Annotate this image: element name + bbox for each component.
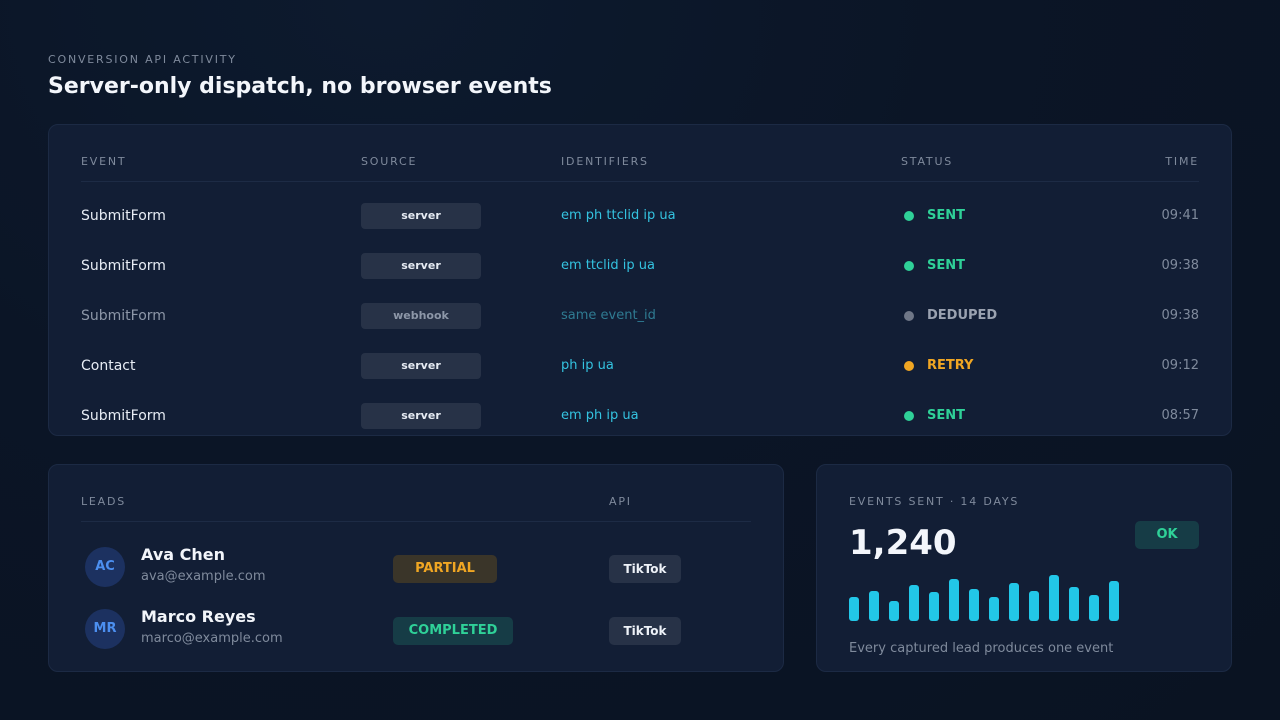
events-sent-heading: EVENTS SENT · 14 DAYS [849,495,1020,508]
status-dot-icon [904,211,914,221]
event-time: 09:38 [1161,258,1199,273]
events-sent-panel: EVENTS SENT · 14 DAYS 1,240 OK Every cap… [816,464,1232,672]
identifiers-text: em ph ip ua [561,408,639,423]
table-row[interactable]: SubmitForm server em ph ip ua SENT 08:57 [49,401,1231,435]
avatar: AC [85,547,125,587]
status-dot-icon [904,261,914,271]
spark-bar [1069,587,1079,621]
spark-bar [1049,575,1059,621]
column-header-status: STATUS [901,155,954,168]
lead-state-badge: PARTIAL [393,555,497,583]
lead-row[interactable]: MR Marco Reyes marco@example.com COMPLETED T… [81,607,753,655]
status-label: SENT [927,258,965,273]
status-label: SENT [927,408,965,423]
identifiers-text: same event_id [561,308,656,323]
spark-bar [969,589,979,621]
column-header-source: SOURCE [361,155,418,168]
api-pill[interactable]: TikTok [609,617,681,645]
events-sparkline [849,573,1129,621]
event-time: 08:57 [1161,408,1199,423]
identifiers-text: em ph ttclid ip ua [561,208,676,223]
event-time: 09:38 [1161,308,1199,323]
event-time: 09:41 [1161,208,1199,223]
identifiers-text: em ttclid ip ua [561,258,655,273]
spark-bar [949,579,959,621]
lead-row[interactable]: AC Ava Chen ava@example.com PARTIAL TikTok [81,545,753,593]
source-pill: server [361,253,481,279]
status-dot-icon [904,361,914,371]
table-header-divider [81,181,1199,182]
spark-bar [889,601,899,621]
spark-bar [1029,591,1039,621]
leads-panel: LEADS API AC Ava Chen ava@example.com PARTI… [48,464,784,672]
source-pill: server [361,353,481,379]
status-label: RETRY [927,358,974,373]
event-time: 09:12 [1161,358,1199,373]
page-title: Server-only dispatch, no browser events [48,74,552,99]
events-sent-total: 1,240 [849,523,957,563]
source-pill: server [361,203,481,229]
event-name: SubmitForm [81,208,166,224]
event-name: Contact [81,358,136,374]
table-row[interactable]: Contact server ph ip ua RETRY 09:12 [49,351,1231,401]
spark-bar [1089,595,1099,621]
table-row[interactable]: SubmitForm webhook same event_id DEDUPED 09:… [49,301,1231,351]
events-table: EVENT SOURCE IDENTIFIERS STATUS TIME Sub… [48,124,1232,436]
source-pill: server [361,403,481,429]
spark-bar [849,597,859,621]
status-dot-icon [904,411,914,421]
spark-bar [929,592,939,621]
table-row[interactable]: SubmitForm server em ttclid ip ua SENT 09:38 [49,251,1231,301]
lead-email: marco@example.com [141,631,283,646]
table-row[interactable]: SubmitForm server em ph ttclid ip ua SENT 09… [49,201,1231,251]
event-name: SubmitForm [81,258,166,274]
spark-bar [989,597,999,621]
events-caption: Every captured lead produces one event [849,641,1114,656]
source-pill: webhook [361,303,481,329]
spark-bar [869,591,879,621]
lead-state-badge: COMPLETED [393,617,513,645]
identifiers-text: ph ip ua [561,358,614,373]
event-name: SubmitForm [81,308,166,324]
lead-name: Ava Chen [141,545,225,564]
leads-divider [81,521,751,522]
lead-email: ava@example.com [141,569,266,584]
spark-bar [1009,583,1019,621]
event-name: SubmitForm [81,408,166,424]
status-badge: OK [1135,521,1199,549]
page-kicker: CONVERSION API ACTIVITY [48,53,237,66]
column-header-identifiers: IDENTIFIERS [561,155,649,168]
avatar: MR [85,609,125,649]
api-heading: API [609,495,632,508]
status-label: SENT [927,208,965,223]
lead-name: Marco Reyes [141,607,256,626]
column-header-time: TIME [1165,155,1199,168]
status-dot-icon [904,311,914,321]
column-header-event: EVENT [81,155,127,168]
leads-heading: LEADS [81,495,127,508]
spark-bar [909,585,919,621]
status-label: DEDUPED [927,308,998,323]
spark-bar [1109,581,1119,621]
api-pill[interactable]: TikTok [609,555,681,583]
